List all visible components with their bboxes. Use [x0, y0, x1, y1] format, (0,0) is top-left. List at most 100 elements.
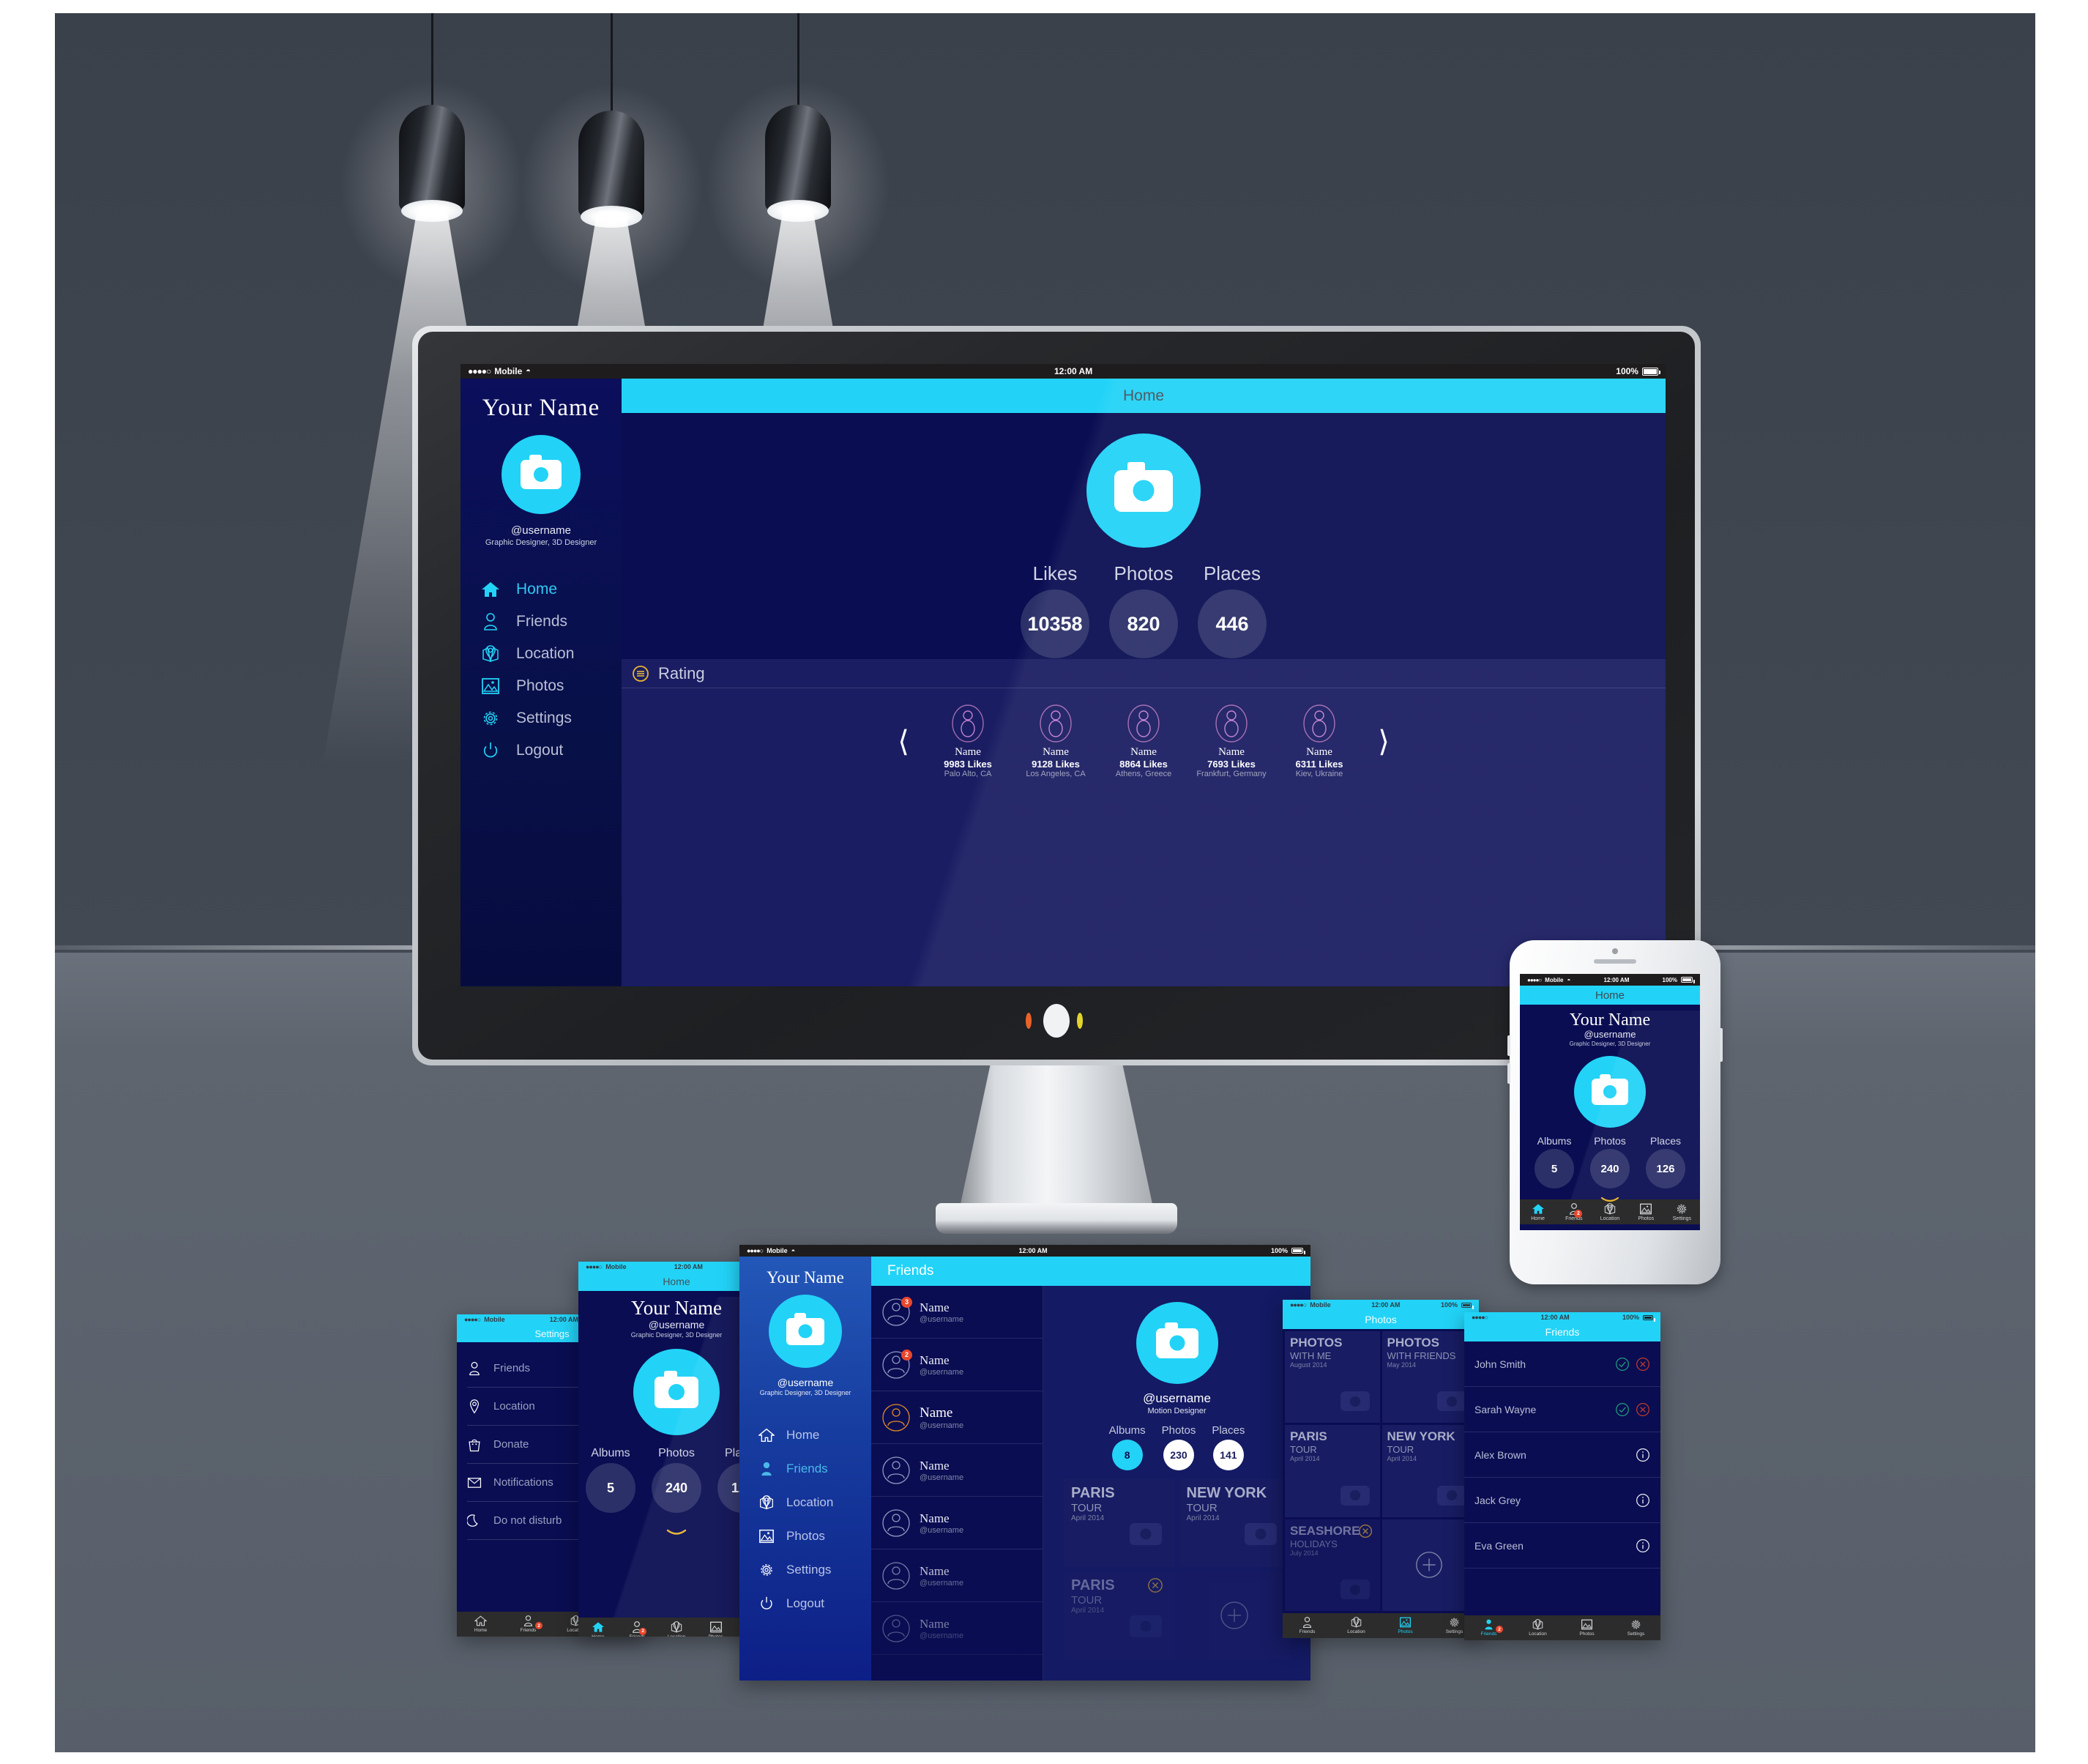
stat-photos: Photos 240: [1586, 1135, 1634, 1188]
list-item[interactable]: Name @username: [871, 1497, 1043, 1549]
circle-check-icon[interactable]: [1615, 1402, 1630, 1417]
tab-home[interactable]: Home: [457, 1615, 504, 1633]
avatar[interactable]: [633, 1349, 720, 1435]
circle-info-icon[interactable]: [1636, 1493, 1650, 1508]
sidebar-item-location[interactable]: Location: [461, 638, 622, 670]
photo-tile[interactable]: PARIS TOUR April 2014: [1285, 1425, 1380, 1517]
tab-location[interactable]: Location: [1513, 1619, 1562, 1637]
album-tile[interactable]: PARIS TOUR April 2014: [1064, 1479, 1175, 1567]
carousel-prev-button[interactable]: ⟨: [883, 725, 924, 759]
friend-name: Sarah Wayne: [1474, 1403, 1537, 1415]
rating-card[interactable]: Name 7693 Likes Frankfurt, Germany: [1187, 704, 1275, 778]
hero-avatar[interactable]: [1086, 433, 1201, 548]
tab-friends[interactable]: 2 Friends: [1464, 1619, 1513, 1637]
tab-friends[interactable]: 2 Friends: [504, 1615, 552, 1633]
tabbar: 2 Friends Location Photos Settings: [1464, 1615, 1660, 1640]
tab-location[interactable]: Location: [1332, 1617, 1381, 1634]
list-item[interactable]: 2 Name @username: [871, 1339, 1043, 1391]
sidebar-item-settings[interactable]: Settings: [748, 1553, 871, 1587]
map-pin-icon: [758, 1495, 775, 1510]
sidebar-item-location[interactable]: Location: [748, 1486, 871, 1519]
tab-photos[interactable]: Photos: [1562, 1619, 1611, 1637]
tab-friends[interactable]: 2 Friends: [618, 1620, 657, 1637]
sidebar-item-logout[interactable]: Logout: [748, 1587, 871, 1620]
album-tile[interactable]: NEW YORK TOUR April 2014: [1179, 1479, 1290, 1567]
circle-x-icon[interactable]: [1147, 1577, 1163, 1593]
photo-tile[interactable]: NEW YORK TOUR April 2014: [1382, 1425, 1477, 1517]
sidebar-avatar[interactable]: [769, 1295, 842, 1368]
tab-home[interactable]: Home: [578, 1621, 618, 1637]
rating-card[interactable]: Name 8864 Likes Athens, Greece: [1100, 704, 1187, 778]
table-row[interactable]: John Smith: [1464, 1341, 1660, 1387]
desktop-status-bar: ●●●●○ Mobile ◓ 12:00 AM 100%: [461, 364, 1666, 379]
list-item[interactable]: Name @username: [871, 1602, 1043, 1655]
signal-dots-icon: ●●●●○: [586, 1263, 603, 1270]
photo-tile[interactable]: PHOTOS WITH ME August 2014: [1285, 1331, 1380, 1424]
friend-list: 3 Name @username 2 Name @username Name @…: [871, 1286, 1043, 1681]
list-item[interactable]: Name @username: [871, 1391, 1043, 1444]
table-row[interactable]: Sarah Wayne: [1464, 1387, 1660, 1432]
tab-settings[interactable]: Settings: [1664, 1203, 1700, 1221]
photo-tile[interactable]: SEASHORE HOLIDAYS July 2014: [1285, 1519, 1380, 1611]
table-row[interactable]: Jack Grey: [1464, 1478, 1660, 1523]
power-icon: [481, 742, 500, 759]
tab-friends[interactable]: Friends: [1283, 1617, 1332, 1634]
circle-check-icon[interactable]: [1615, 1357, 1630, 1372]
table-row[interactable]: Alex Brown: [1464, 1432, 1660, 1478]
tab-photos[interactable]: Photos: [1381, 1617, 1430, 1634]
tab-home[interactable]: Home: [1520, 1203, 1556, 1221]
rating-card[interactable]: Name 9128 Likes Los Angeles, CA: [1012, 704, 1100, 778]
photo-tile-add[interactable]: [1382, 1519, 1477, 1611]
volume-down-button[interactable]: [1507, 1063, 1510, 1084]
album-tile[interactable]: PARIS TOUR April 2014: [1064, 1571, 1175, 1659]
circle-plus-icon[interactable]: [1218, 1599, 1250, 1631]
circle-x-icon[interactable]: [1636, 1357, 1650, 1372]
album-tile-add[interactable]: [1179, 1571, 1290, 1659]
home-icon: [592, 1621, 605, 1633]
hamburger-circle-icon[interactable]: [632, 665, 649, 682]
sidebar-item-home[interactable]: Home: [748, 1418, 871, 1452]
sidebar-item-settings[interactable]: Settings: [461, 702, 622, 734]
tab-label: Settings: [1627, 1631, 1645, 1637]
table-row[interactable]: Eva Green: [1464, 1523, 1660, 1568]
tile-date: May 2014: [1387, 1361, 1417, 1369]
status-bar: ●●●●○ 12:00 AM 100%: [1464, 1312, 1660, 1322]
list-item[interactable]: Name @username: [871, 1549, 1043, 1602]
tab-location[interactable]: Location: [1592, 1202, 1627, 1221]
sidebar-item-home[interactable]: Home: [461, 573, 622, 606]
carousel-next-button[interactable]: ⟩: [1363, 725, 1404, 759]
tab-settings[interactable]: Settings: [1611, 1619, 1660, 1637]
volume-up-button[interactable]: [1507, 1035, 1510, 1056]
rating-card[interactable]: Name 9983 Likes Palo Alto, CA: [924, 704, 1012, 778]
photo-tile[interactable]: PHOTOS WITH FRIENDS May 2014: [1382, 1331, 1477, 1424]
power-button[interactable]: [1720, 1028, 1723, 1062]
home-button[interactable]: [1043, 1004, 1070, 1038]
sidebar-item-friends[interactable]: Friends: [461, 606, 622, 638]
circle-x-icon[interactable]: [1358, 1524, 1373, 1538]
rating-title: Rating: [658, 663, 705, 682]
tab-label: Location: [1600, 1216, 1620, 1221]
sidebar-item-photos[interactable]: Photos: [461, 670, 622, 702]
circle-info-icon[interactable]: [1636, 1448, 1650, 1462]
circle-plus-icon[interactable]: [1414, 1549, 1444, 1580]
tab-location[interactable]: Location: [657, 1620, 696, 1637]
detail-avatar[interactable]: [1136, 1302, 1218, 1384]
list-item[interactable]: Name @username: [871, 1444, 1043, 1497]
tab-friends[interactable]: 2 Friends: [1556, 1202, 1592, 1221]
rating-card[interactable]: Name 6311 Likes Kiev, Ukraine: [1275, 704, 1363, 778]
signal-dots-icon: ●●●●○: [1290, 1301, 1307, 1309]
phone-avatar[interactable]: [1574, 1056, 1646, 1128]
phone-app-screen: ●●●●○ Mobile ◓ 12:00 AM 100% Home Your N…: [1520, 974, 1700, 1230]
tab-photos[interactable]: Photos: [1628, 1203, 1664, 1221]
sidebar-item-logout[interactable]: Logout: [461, 734, 622, 767]
circle-x-icon[interactable]: [1636, 1402, 1650, 1417]
tab-photos[interactable]: Photos: [696, 1621, 736, 1637]
sidebar-item-photos[interactable]: Photos: [748, 1519, 871, 1553]
sidebar-item-friends[interactable]: Friends: [748, 1452, 871, 1486]
stat-photos: Photos 820: [1109, 562, 1178, 658]
camera-icon: [786, 1312, 824, 1345]
circle-info-icon[interactable]: [1636, 1538, 1650, 1553]
sidebar-avatar[interactable]: [502, 435, 581, 514]
tab-label: Photos: [1638, 1216, 1655, 1221]
list-item[interactable]: 3 Name @username: [871, 1286, 1043, 1339]
